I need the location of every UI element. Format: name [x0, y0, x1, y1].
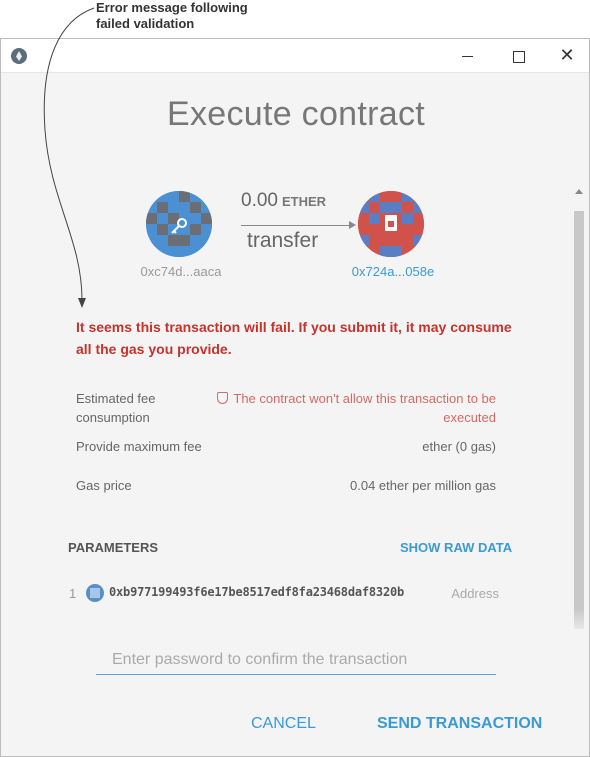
cancel-button[interactable]: CANCEL — [251, 715, 316, 733]
to-identicon-icon — [358, 191, 424, 257]
transfer-amount: 0.00 ETHER — [241, 190, 326, 212]
max-fee-label: Provide maximum fee — [76, 439, 202, 454]
transfer-arrow — [241, 225, 349, 226]
parameter-type: Address — [451, 586, 499, 601]
close-button[interactable]: ✕ — [556, 45, 578, 67]
validation-error-message: It seems this transaction will fail. If … — [76, 319, 512, 357]
annotation-line-2: failed validation — [96, 16, 195, 31]
from-identicon-icon — [146, 191, 212, 257]
ethereum-app-icon — [11, 48, 27, 64]
from-account-avatar — [146, 191, 212, 257]
title-bar: ✕ — [1, 39, 589, 73]
gas-price-label: Gas price — [76, 478, 132, 493]
parameter-value: 0xb977199493f6e17be8517edf8fa23468daf832… — [109, 585, 405, 599]
scrollbar[interactable] — [572, 189, 586, 629]
estimated-fee-label: Estimated fee consumption — [76, 391, 156, 425]
maximize-button[interactable] — [507, 45, 529, 67]
annotation-callout: Error message following failed validatio… — [96, 0, 248, 32]
execute-contract-window: ✕ Execute contract 0xc74d...aaca 0.00 ETH… — [0, 38, 590, 757]
shield-icon — [217, 392, 229, 404]
scroll-fade — [1, 609, 589, 649]
parameters-heading: PARAMETERS — [68, 540, 159, 555]
gas-price-value: 0.04 ether per million gas — [350, 478, 496, 493]
arrow-right-icon — [349, 221, 356, 229]
method-name: transfer — [247, 229, 319, 252]
show-raw-data-link[interactable]: SHOW RAW DATA — [400, 540, 512, 555]
annotation-line-1: Error message following — [96, 0, 248, 15]
parameter-index: 1 — [69, 586, 77, 601]
address-identicon-icon — [86, 584, 104, 602]
send-transaction-button[interactable]: SEND TRANSACTION — [377, 715, 542, 733]
fee-warning-text: The contract won't allow this transactio… — [233, 391, 496, 425]
page-title: Execute contract — [166, 95, 426, 133]
to-contract-avatar — [358, 191, 424, 257]
amount-unit: ETHER — [281, 194, 327, 209]
amount-value: 0.00 — [241, 190, 278, 211]
scroll-up-icon[interactable] — [575, 189, 583, 194]
password-input[interactable] — [96, 645, 496, 675]
to-address[interactable]: 0x724a...058e — [345, 264, 441, 279]
parameter-row: 1 0xb977199493f6e17be8517edf8fa23468daf8… — [67, 584, 507, 604]
max-fee-value[interactable]: ether (0 gas) — [422, 437, 496, 456]
scroll-thumb[interactable] — [574, 211, 584, 629]
from-address[interactable]: 0xc74d...aaca — [133, 264, 229, 279]
minimize-button[interactable] — [457, 45, 479, 67]
fee-warning: The contract won't allow this transactio… — [196, 389, 496, 427]
